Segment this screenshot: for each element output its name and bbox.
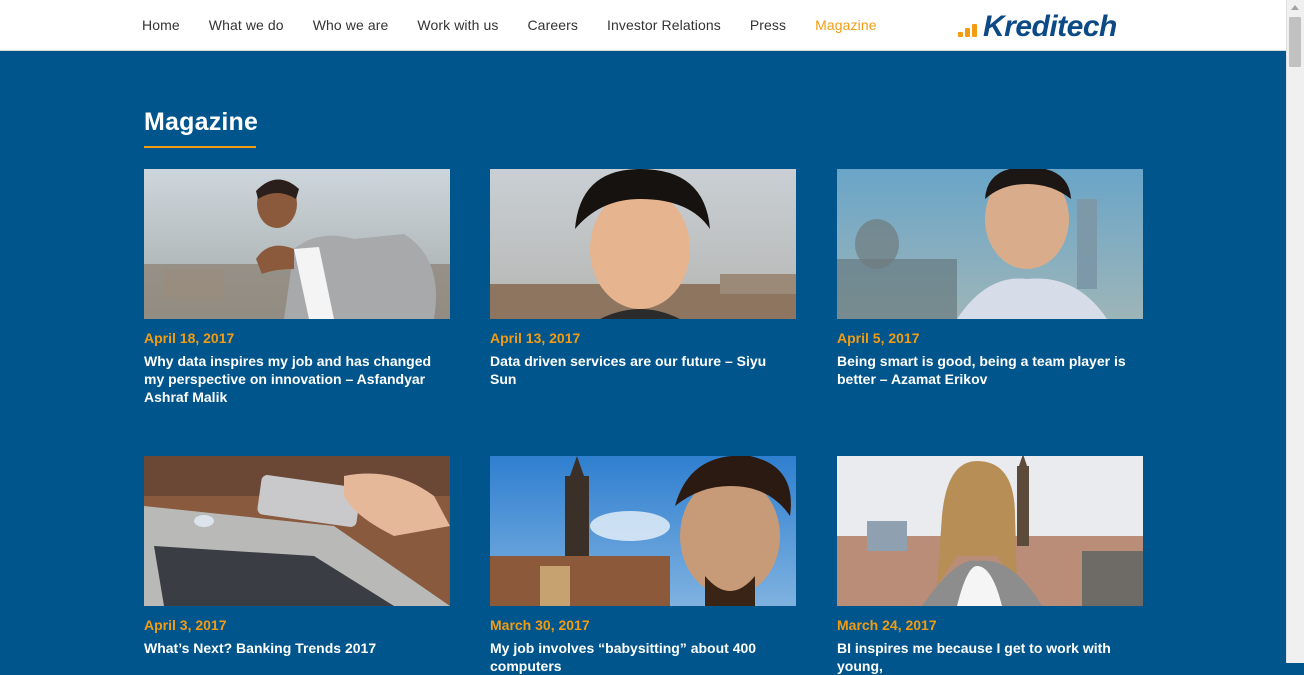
article-card[interactable]: April 13, 2017 Data driven services are … [490, 169, 796, 388]
article-title[interactable]: My job involves “babysitting” about 400 … [490, 639, 796, 675]
article-card[interactable]: March 30, 2017 My job involves “babysitt… [490, 456, 796, 675]
article-card[interactable]: April 3, 2017 What’s Next? Banking Trend… [144, 456, 450, 657]
article-image[interactable] [144, 456, 450, 606]
nav-who-we-are[interactable]: Who we are [313, 17, 389, 33]
nav-investor-relations[interactable]: Investor Relations [607, 17, 721, 33]
article-image[interactable] [490, 169, 796, 319]
article-title[interactable]: Being smart is good, being a team player… [837, 352, 1143, 388]
title-underline [144, 146, 256, 148]
header-bar: Home What we do Who we are Work with us … [0, 0, 1287, 51]
article-card[interactable]: April 5, 2017 Being smart is good, being… [837, 169, 1143, 388]
article-image[interactable] [837, 456, 1143, 606]
logo-wordmark: Kreditech [983, 10, 1117, 43]
article-date: April 18, 2017 [144, 330, 235, 346]
article-image[interactable] [490, 456, 796, 606]
article-title[interactable]: Why data inspires my job and has changed… [144, 352, 450, 406]
article-title[interactable]: What’s Next? Banking Trends 2017 [144, 639, 450, 657]
page-title: Magazine [144, 108, 259, 136]
scroll-up-arrow-icon[interactable] [1291, 5, 1299, 10]
article-image[interactable] [144, 169, 450, 319]
scrollbar-thumb[interactable] [1289, 17, 1301, 67]
article-date: April 5, 2017 [837, 330, 920, 346]
nav-home[interactable]: Home [142, 17, 180, 33]
nav-work-with-us[interactable]: Work with us [417, 17, 498, 33]
logo-bars-icon [958, 24, 979, 37]
article-date: March 24, 2017 [837, 617, 937, 633]
article-image[interactable] [837, 169, 1143, 319]
nav-what-we-do[interactable]: What we do [209, 17, 284, 33]
main-nav: Home What we do Who we are Work with us … [142, 0, 906, 50]
vertical-scrollbar[interactable] [1286, 0, 1304, 663]
kreditech-logo[interactable]: Kreditech [958, 8, 1117, 42]
article-card[interactable]: April 18, 2017 Why data inspires my job … [144, 169, 450, 406]
article-title[interactable]: Data driven services are our future – Si… [490, 352, 796, 388]
nav-press[interactable]: Press [750, 17, 786, 33]
article-card[interactable]: March 24, 2017 BI inspires me because I … [837, 456, 1143, 675]
article-date: March 30, 2017 [490, 617, 590, 633]
nav-careers[interactable]: Careers [527, 17, 578, 33]
article-date: April 13, 2017 [490, 330, 581, 346]
article-title[interactable]: BI inspires me because I get to work wit… [837, 639, 1143, 675]
nav-magazine[interactable]: Magazine [815, 17, 877, 33]
article-date: April 3, 2017 [144, 617, 227, 633]
